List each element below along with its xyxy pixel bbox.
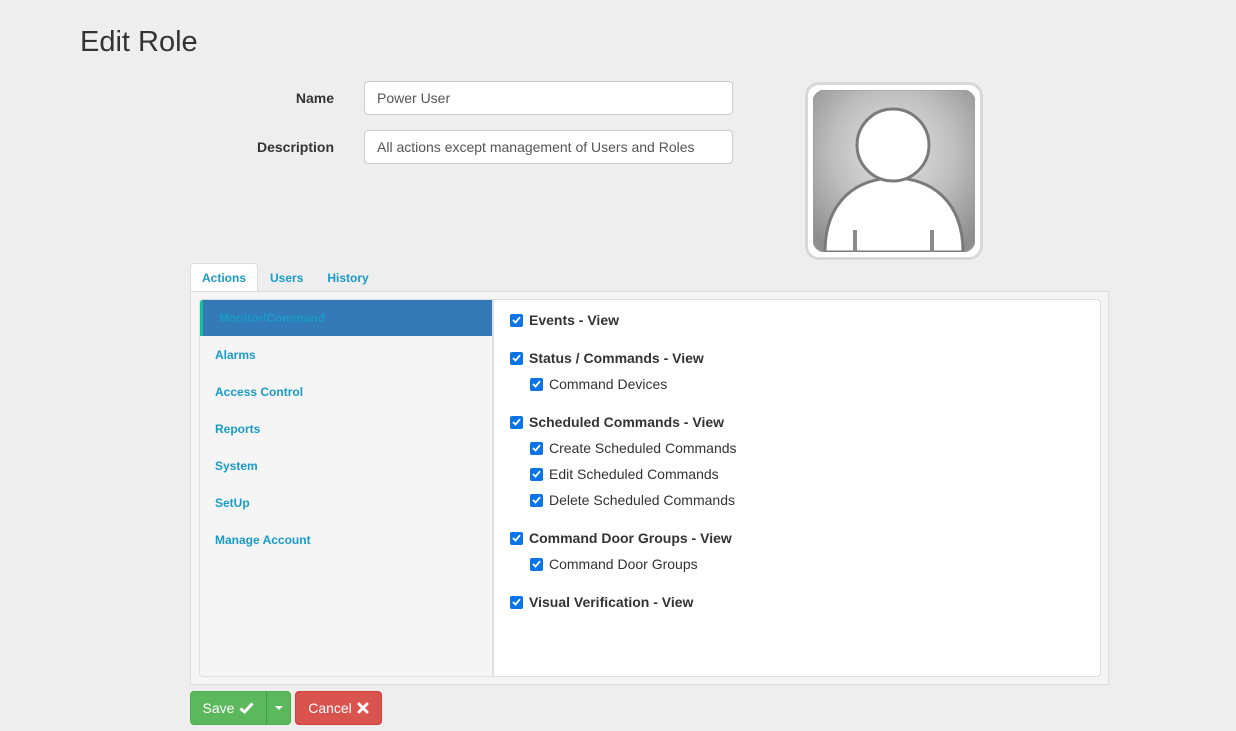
permission-label: Visual Verification - View — [529, 594, 694, 610]
checkbox[interactable] — [530, 467, 543, 481]
sidebar-item-alarms[interactable]: Alarms — [200, 337, 492, 373]
role-avatar[interactable] — [805, 82, 983, 260]
checkbox[interactable] — [530, 557, 543, 571]
permission-command-devices: Command Devices — [530, 376, 667, 392]
tab-history[interactable]: History — [315, 263, 380, 292]
permission-label: Command Door Groups - View — [529, 530, 732, 546]
permission-edit-scheduled-commands: Edit Scheduled Commands — [530, 466, 719, 482]
role-tabs: Actions Users History — [190, 263, 381, 293]
checkbox[interactable] — [530, 441, 543, 455]
permission-label: Delete Scheduled Commands — [549, 492, 735, 508]
save-button-group: Save — [190, 691, 291, 725]
permission-label: Status / Commands - View — [529, 350, 704, 366]
checkbox[interactable] — [530, 493, 543, 507]
tab-actions[interactable]: Actions — [190, 263, 259, 293]
checkbox[interactable] — [510, 415, 523, 429]
check-icon — [512, 418, 521, 426]
save-label: Save — [202, 700, 235, 716]
tab-users[interactable]: Users — [258, 263, 315, 292]
actions-panel-body: Monitor/Command Alarms Access Control Re… — [199, 299, 1101, 677]
permission-events-view: Events - View — [510, 312, 619, 328]
permissions-list: Events - View Status / Commands - View C… — [496, 300, 1100, 676]
check-icon — [532, 444, 541, 452]
permission-delete-scheduled-commands: Delete Scheduled Commands — [530, 492, 735, 508]
permission-label: Create Scheduled Commands — [549, 440, 737, 456]
sidebar-item-manage-account[interactable]: Manage Account — [200, 522, 492, 558]
check-icon — [532, 380, 541, 388]
caret-down-icon — [274, 706, 283, 710]
check-icon — [512, 316, 521, 324]
check-icon — [532, 470, 541, 478]
permission-scheduled-commands-view: Scheduled Commands - View — [510, 414, 724, 430]
description-label: Description — [256, 139, 334, 155]
user-silhouette-icon — [813, 90, 975, 252]
name-input[interactable] — [364, 81, 733, 115]
checkbox[interactable] — [510, 531, 523, 545]
permission-status-commands-view: Status / Commands - View — [510, 350, 704, 366]
checkbox[interactable] — [510, 313, 523, 327]
permission-label: Command Door Groups — [549, 556, 698, 572]
permission-visual-verification-view: Visual Verification - View — [510, 594, 693, 610]
save-options-dropdown-button[interactable] — [267, 692, 290, 724]
checkbox[interactable] — [530, 377, 543, 391]
checkbox[interactable] — [510, 595, 523, 609]
check-icon — [512, 598, 521, 606]
permission-label: Scheduled Commands - View — [529, 414, 725, 430]
save-button[interactable]: Save — [191, 692, 267, 724]
checkbox[interactable] — [510, 351, 523, 365]
cancel-button[interactable]: Cancel — [295, 691, 382, 725]
permission-label: Edit Scheduled Commands — [549, 466, 719, 482]
category-sidebar: Monitor/Command Alarms Access Control Re… — [200, 300, 494, 676]
check-icon — [532, 496, 541, 504]
actions-panel: Monitor/Command Alarms Access Control Re… — [190, 291, 1109, 685]
name-label: Name — [295, 90, 334, 106]
permission-command-door-groups: Command Door Groups — [530, 556, 698, 572]
sidebar-item-monitor-command[interactable]: Monitor/Command — [200, 300, 492, 336]
cancel-label: Cancel — [308, 700, 352, 716]
permission-command-door-groups-view: Command Door Groups - View — [510, 530, 732, 546]
check-icon — [512, 534, 521, 542]
sidebar-item-access-control[interactable]: Access Control — [200, 374, 492, 410]
close-icon — [357, 702, 369, 714]
check-icon — [512, 354, 521, 362]
check-icon — [532, 560, 541, 568]
permission-label: Events - View — [529, 312, 620, 328]
sidebar-item-setup[interactable]: SetUp — [200, 485, 492, 521]
permission-create-scheduled-commands: Create Scheduled Commands — [530, 440, 737, 456]
sidebar-item-reports[interactable]: Reports — [200, 411, 492, 447]
permission-label: Command Devices — [549, 376, 668, 392]
sidebar-item-system[interactable]: System — [200, 448, 492, 484]
description-input[interactable] — [364, 130, 733, 164]
page-title: Edit Role — [80, 26, 198, 58]
check-icon — [239, 702, 255, 714]
